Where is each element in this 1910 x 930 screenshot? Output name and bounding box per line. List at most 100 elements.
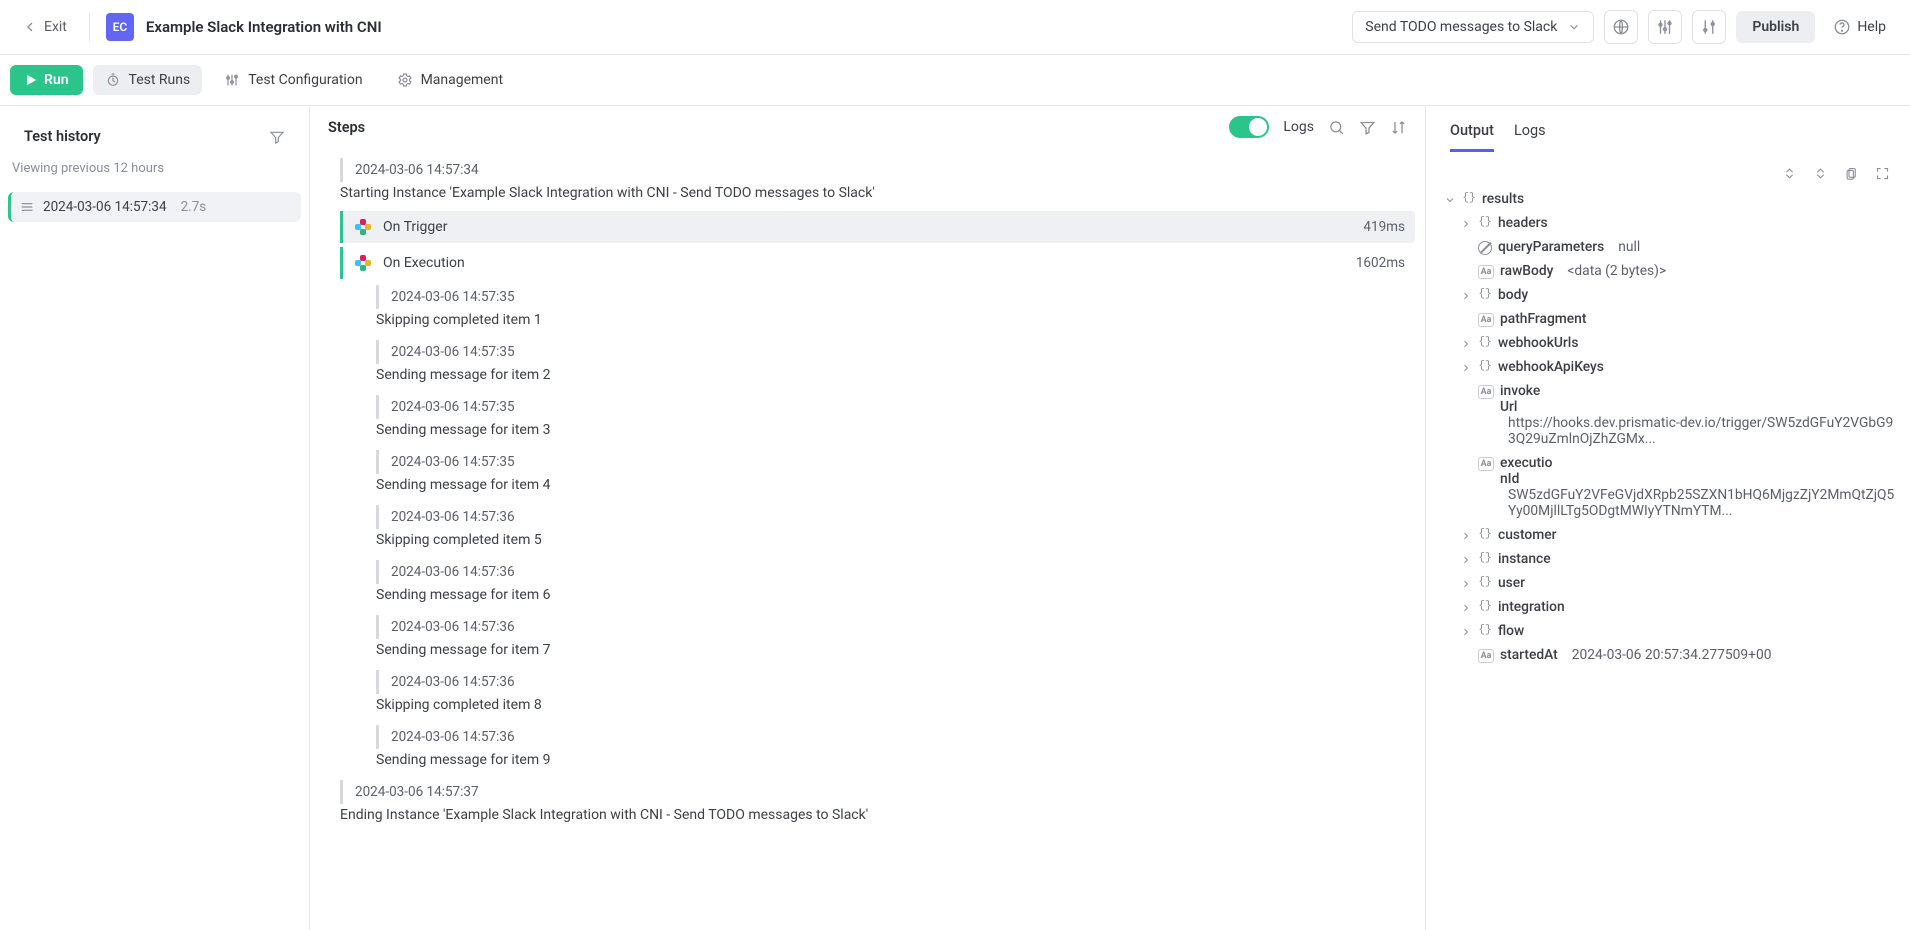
test-history-title: Test history [24, 128, 101, 145]
tree-node-webhookapikeys[interactable]: {} webhookApiKeys [1460, 355, 1896, 379]
log-line: 2024-03-06 14:57:35 [376, 450, 1415, 474]
step-on-execution[interactable]: On Execution 1602ms [340, 247, 1415, 279]
log-ts: 2024-03-06 14:57:36 [391, 564, 515, 580]
tree-node-customer[interactable]: {} customer [1460, 523, 1896, 547]
tree-node-body[interactable]: {} body [1460, 283, 1896, 307]
log-message: Sending message for item 9 [368, 751, 1415, 774]
history-item[interactable]: 2024-03-06 14:57:34 2.7s [8, 192, 301, 222]
log-line: 2024-03-06 14:57:36 [376, 670, 1415, 694]
tree-val: SW5zdGFuY2VFeGVjdXRpb25SZXN1bHQ6MjgzZjY2… [1508, 487, 1896, 519]
log-line: 2024-03-06 14:57:34 [340, 158, 1415, 182]
toolbar: Run Test Runs Test Configuration Managem… [0, 55, 1910, 106]
globe-button[interactable] [1604, 10, 1638, 44]
help-button[interactable]: Help [1825, 12, 1894, 42]
string-icon: Aa [1478, 385, 1494, 399]
step-name: On Trigger [383, 219, 1363, 235]
log-message: Sending message for item 6 [368, 586, 1415, 609]
slack-icon [353, 253, 373, 273]
braces-icon: {} [1478, 624, 1492, 636]
tab-test-runs[interactable]: Test Runs [93, 65, 203, 95]
braces-icon: {} [1478, 576, 1492, 588]
tree-val: https://hooks.dev.prismatic-dev.io/trigg… [1508, 415, 1896, 447]
step-time: 419ms [1363, 219, 1405, 235]
tab-output[interactable]: Output [1450, 116, 1494, 152]
logs-toggle[interactable] [1229, 116, 1269, 138]
tree-key: customer [1498, 527, 1557, 543]
tree-node-flow[interactable]: {} flow [1460, 619, 1896, 643]
braces-icon: {} [1478, 600, 1492, 612]
tree-key: results [1482, 191, 1524, 207]
log-line: 2024-03-06 14:57:35 [376, 340, 1415, 364]
log-ts: 2024-03-06 14:57:34 [355, 162, 479, 178]
tab-logs[interactable]: Logs [1514, 116, 1546, 152]
expand-icon[interactable] [1813, 166, 1828, 181]
log-line: 2024-03-06 14:57:36 [376, 505, 1415, 529]
tree-node-headers[interactable]: {} headers [1460, 211, 1896, 235]
tree-key: user [1498, 575, 1525, 591]
tree-node-integration[interactable]: {} integration [1460, 595, 1896, 619]
flow-selector[interactable]: Send TODO messages to Slack [1352, 11, 1594, 43]
braces-icon: {} [1462, 192, 1476, 204]
page-title: Example Slack Integration with CNI [146, 18, 382, 36]
log-message: Skipping completed item 8 [368, 696, 1415, 719]
braces-icon: {} [1478, 528, 1492, 540]
tree-key: webhookApiKeys [1498, 359, 1604, 375]
search-icon[interactable] [1328, 119, 1345, 136]
sliders-button[interactable] [1648, 10, 1682, 44]
steps-body: 2024-03-06 14:57:34 Starting Instance 'E… [310, 148, 1425, 930]
step-on-trigger[interactable]: On Trigger 419ms [340, 211, 1415, 243]
log-message: Sending message for item 2 [368, 366, 1415, 389]
filter-icon[interactable] [269, 129, 285, 145]
tree-node-webhookurls[interactable]: {} webhookUrls [1460, 331, 1896, 355]
log-ts: 2024-03-06 14:57:35 [391, 399, 515, 415]
tree-node-rawbody[interactable]: Aa rawBody <data (2 bytes)> [1460, 259, 1896, 283]
fullscreen-icon[interactable] [1875, 166, 1890, 181]
collapse-icon[interactable] [1782, 166, 1797, 181]
tab-test-config-label: Test Configuration [248, 72, 362, 88]
divider [89, 12, 90, 42]
sliders2-button[interactable] [1692, 10, 1726, 44]
chevron-left-icon [22, 19, 38, 35]
tree-node-user[interactable]: {} user [1460, 571, 1896, 595]
tree-node-startedat[interactable]: Aa startedAt 2024-03-06 20:57:34.277509+… [1460, 643, 1896, 667]
flow-selector-label: Send TODO messages to Slack [1365, 19, 1557, 35]
tree-node-instance[interactable]: {} instance [1460, 547, 1896, 571]
copy-icon[interactable] [1844, 166, 1859, 181]
tree-key: startedAt [1500, 647, 1558, 663]
tree-node-results[interactable]: {} results [1444, 187, 1896, 211]
chevron-right-icon [1460, 218, 1472, 230]
filter-icon[interactable] [1359, 119, 1376, 136]
tab-management[interactable]: Management [385, 65, 515, 95]
run-button[interactable]: Run [10, 65, 83, 95]
globe-icon [1612, 18, 1630, 36]
tree-key: integration [1498, 599, 1565, 615]
tab-test-configuration[interactable]: Test Configuration [212, 65, 374, 95]
tree-key: webhookUrls [1498, 335, 1578, 351]
log-ts: 2024-03-06 14:57:35 [391, 344, 515, 360]
log-ts: 2024-03-06 14:57:37 [355, 784, 479, 800]
tree-val: null [1618, 239, 1640, 255]
tree-node-executionid[interactable]: Aa executionId SW5zdGFuY2VFeGVjdXRpb25SZ… [1460, 451, 1896, 523]
braces-icon: {} [1478, 552, 1492, 564]
sort-icon[interactable] [1390, 119, 1407, 136]
string-icon: Aa [1478, 265, 1494, 279]
chevron-right-icon [1460, 338, 1472, 350]
log-message: Ending Instance 'Example Slack Integrati… [332, 806, 1415, 829]
chevron-right-icon [1460, 602, 1472, 614]
exit-button[interactable]: Exit [16, 15, 73, 39]
tree-node-queryparams[interactable]: queryParameters null [1460, 235, 1896, 259]
log-line: 2024-03-06 14:57:36 [376, 725, 1415, 749]
publish-button[interactable]: Publish [1736, 11, 1815, 43]
chevron-down-icon [1444, 194, 1456, 206]
history-ts: 2024-03-06 14:57:34 [43, 199, 167, 215]
output-panel: Output Logs {} results {} headers [1426, 106, 1910, 930]
tree-node-invokeurl[interactable]: Aa invokeUrl https://hooks.dev.prismatic… [1460, 379, 1896, 451]
null-icon [1478, 241, 1492, 255]
tree-key: headers [1498, 215, 1548, 231]
tree-key: invokeUrl [1500, 383, 1544, 415]
tree-node-pathfragment[interactable]: Aa pathFragment [1460, 307, 1896, 331]
sliders-icon [1656, 18, 1674, 36]
log-line: 2024-03-06 14:57:36 [376, 560, 1415, 584]
tree-key: instance [1498, 551, 1551, 567]
steps-title: Steps [328, 119, 365, 136]
